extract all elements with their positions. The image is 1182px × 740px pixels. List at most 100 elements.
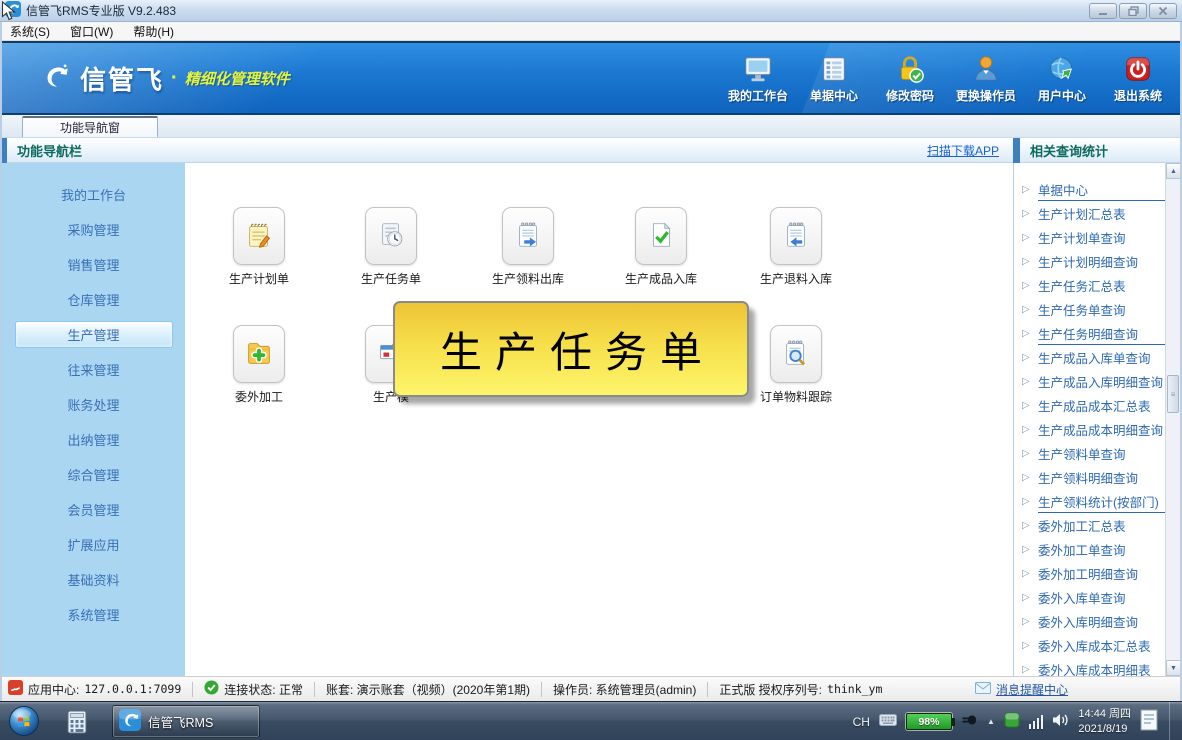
show-desktop-button[interactable] (1169, 702, 1176, 740)
network-signal-icon[interactable] (1029, 715, 1044, 729)
change-password-lock-icon (895, 52, 925, 84)
app-icon-material-outbound[interactable]: 生产领料出库 (468, 207, 588, 287)
sidebar-nav-item[interactable]: 往来管理 (15, 356, 173, 383)
battery-indicator[interactable]: 98% (906, 713, 952, 730)
message-center-link[interactable]: 消息提醒中心 (975, 681, 1068, 698)
toolbar-change-password[interactable]: 修改密码 (872, 52, 948, 104)
document-center-icon (819, 52, 849, 84)
hidden-icons-chevron[interactable]: ▲ (987, 717, 995, 726)
toolbar-my-workbench[interactable]: 我的工作台 (720, 52, 796, 104)
query-panel-title: 相关查询统计 (1030, 141, 1108, 160)
sidebar-nav-item[interactable]: 基础资料 (15, 566, 173, 593)
app-icon-return-inbound[interactable]: 生产退料入库 (736, 207, 856, 287)
minimize-button[interactable] (1089, 3, 1117, 19)
query-link[interactable]: ▷ 委外加工汇总表 (1014, 513, 1180, 537)
toolbar-user-center[interactable]: 用户中心 (1024, 52, 1100, 104)
query-link[interactable]: ▷ 生产成品入库单查询 (1014, 345, 1180, 369)
triangle-bullet-icon: ▷ (1022, 304, 1038, 315)
sidebar-nav-item[interactable]: 仓库管理 (15, 286, 173, 313)
language-indicator[interactable]: CH (853, 715, 870, 729)
triangle-bullet-icon: ▷ (1022, 376, 1038, 387)
download-app-link[interactable]: 扫描下载APP (927, 142, 999, 159)
query-panel-header: 相关查询统计 (1013, 138, 1182, 163)
triangle-bullet-icon: ▷ (1022, 592, 1038, 603)
power-plug-icon[interactable] (961, 712, 978, 731)
tab-function-navigator[interactable]: 功能导航窗 (22, 116, 158, 137)
query-link[interactable]: ▷ 委外入库成本明细表 (1014, 657, 1180, 676)
triangle-bullet-icon: ▷ (1022, 520, 1038, 531)
query-scrollbar[interactable]: ▲ ≡ ▼ (1165, 163, 1180, 676)
sidebar-nav-item[interactable]: 采购管理 (15, 216, 173, 243)
keyboard-tray-icon[interactable] (879, 714, 897, 729)
query-link[interactable]: ▷ 生产成品成本汇总表 (1014, 393, 1180, 417)
sidebar-nav-item[interactable]: 综合管理 (15, 461, 173, 488)
query-link[interactable]: ▷ 生产成品入库明细查询 (1014, 369, 1180, 393)
query-link[interactable]: ▷ 生产任务单查询 (1014, 297, 1180, 321)
toolbar-exit-system[interactable]: 退出系统 (1100, 52, 1176, 104)
triangle-bullet-icon: ▷ (1022, 616, 1038, 627)
app-window: 信管飞RMS专业版 V9.2.483 系统(S) 窗口(W) 帮助(H) 信管飞… (0, 0, 1182, 740)
nav-panel-title: 功能导航栏 (17, 141, 82, 160)
query-link[interactable]: ▷ 单据中心 (1014, 177, 1180, 201)
tray-date: 2021/8/19 (1078, 722, 1131, 737)
sidebar-nav-item[interactable]: 系统管理 (15, 601, 173, 628)
toolbar-document-center[interactable]: 单据中心 (796, 52, 872, 104)
query-link[interactable]: ▷ 生产任务汇总表 (1014, 273, 1180, 297)
scroll-up-button[interactable]: ▲ (1166, 163, 1181, 179)
brand-slogan: 精细化管理软件 (185, 68, 290, 89)
window-left-border (0, 22, 2, 701)
status-app-center: 应用中心: 127.0.0.1:7099 (8, 680, 181, 698)
query-link[interactable]: ▷ 生产领料单查询 (1014, 441, 1180, 465)
triangle-bullet-icon: ▷ (1022, 400, 1038, 411)
scroll-thumb[interactable]: ≡ (1167, 375, 1179, 413)
plan-notepad-pencil-icon (242, 218, 276, 255)
query-link[interactable]: ▷ 生产成品成本明细查询 (1014, 417, 1180, 441)
triangle-bullet-icon: ▷ (1022, 664, 1038, 675)
sidebar-nav-item[interactable]: 账务处理 (15, 391, 173, 418)
query-panel: ▷ 单据中心 ▷ 生产计划汇总表 ▷ 生产计划单查询 ▷ 生产计划明细查询 ▷ … (1013, 163, 1180, 676)
brand-logo-icon (38, 60, 72, 97)
query-link[interactable]: ▷ 生产计划单查询 (1014, 225, 1180, 249)
sidebar-nav-item[interactable]: 出纳管理 (15, 426, 173, 453)
triangle-bullet-icon: ▷ (1022, 544, 1038, 555)
query-link[interactable]: ▷ 生产领料明细查询 (1014, 465, 1180, 489)
restore-button[interactable] (1119, 3, 1147, 19)
menu-system[interactable]: 系统(S) (10, 23, 50, 40)
taskbar-app-button[interactable]: 信管飞RMS (112, 705, 260, 738)
query-link[interactable]: ▷ 生产领料统计(按部门) (1014, 489, 1180, 513)
close-button[interactable] (1149, 3, 1177, 19)
speaker-icon[interactable] (1052, 713, 1069, 730)
tray-document-icon[interactable] (1140, 709, 1158, 734)
sidebar-nav-item[interactable]: 销售管理 (15, 251, 173, 278)
query-link[interactable]: ▷ 委外加工明细查询 (1014, 561, 1180, 585)
query-link[interactable]: ▷ 生产计划汇总表 (1014, 201, 1180, 225)
app-icon-production-task[interactable]: 生产任务单 (331, 207, 451, 287)
app-icon-outsourcing[interactable]: 委外加工 (199, 325, 319, 405)
green-tray-icon[interactable] (1004, 712, 1020, 731)
scroll-down-button[interactable]: ▼ (1166, 660, 1181, 676)
menu-help[interactable]: 帮助(H) (133, 23, 174, 40)
sidebar-nav-item[interactable]: 生产管理 (15, 321, 173, 348)
app-icon-order-material-trace[interactable]: 订单物料跟踪 (736, 325, 856, 405)
panel-header-row: 功能导航栏 扫描下载APP 相关查询统计 (0, 138, 1182, 163)
menu-window[interactable]: 窗口(W) (70, 23, 113, 40)
query-link[interactable]: ▷ 委外入库明细查询 (1014, 609, 1180, 633)
app-icon-production-plan[interactable]: 生产计划单 (199, 207, 319, 287)
title-bar: 信管飞RMS专业版 V9.2.483 (0, 0, 1182, 22)
calculator-taskbar-icon[interactable] (62, 707, 92, 737)
query-link[interactable]: ▷ 生产任务明细查询 (1014, 321, 1180, 345)
tray-clock[interactable]: 14:44 周四 2021/8/19 (1078, 707, 1131, 737)
query-link[interactable]: ▷ 委外入库成本汇总表 (1014, 633, 1180, 657)
query-link[interactable]: ▷ 委外加工单查询 (1014, 537, 1180, 561)
toolbar-switch-operator[interactable]: 更换操作员 (948, 52, 1024, 104)
app-icon-finished-inbound[interactable]: 生产成品入库 (601, 207, 721, 287)
start-button[interactable] (8, 705, 40, 737)
notepad-arrow-out-icon (511, 218, 545, 255)
query-link[interactable]: ▷ 生产计划明细查询 (1014, 249, 1180, 273)
status-divider (314, 682, 315, 697)
sidebar-nav-item[interactable]: 我的工作台 (15, 181, 173, 208)
sidebar-nav-item[interactable]: 扩展应用 (15, 531, 173, 558)
switch-operator-person-icon (971, 52, 1001, 84)
query-link[interactable]: ▷ 委外入库单查询 (1014, 585, 1180, 609)
sidebar-nav-item[interactable]: 会员管理 (15, 496, 173, 523)
